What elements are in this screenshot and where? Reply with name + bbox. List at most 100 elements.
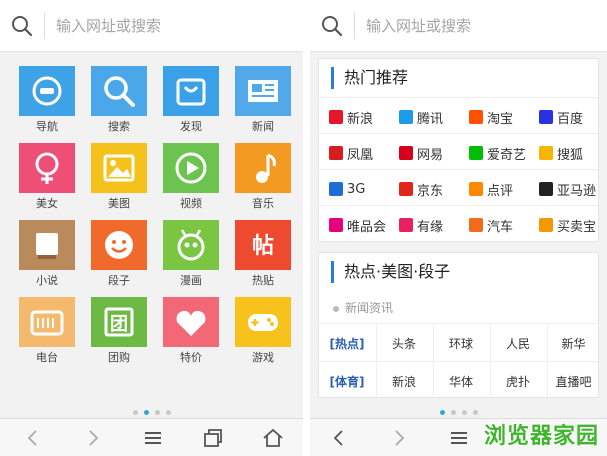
cell-divider	[490, 325, 491, 361]
page-indicator	[0, 400, 303, 419]
site-link-taobao[interactable]: 淘宝	[469, 99, 539, 135]
radio-icon	[19, 297, 75, 347]
page-dot-active[interactable]	[143, 410, 149, 415]
site-label: 买卖宝	[557, 219, 597, 235]
page-indicator	[310, 400, 607, 419]
news-link[interactable]: 人民	[490, 325, 546, 361]
news-link[interactable]: 新浪	[376, 363, 432, 399]
smiley-icon	[91, 220, 147, 270]
svg-text:帖: 帖	[252, 234, 274, 259]
app-music-note[interactable]: 音乐	[233, 137, 293, 210]
weibo-icon	[329, 110, 343, 124]
site-link-baidu-paw[interactable]: 百度	[539, 99, 607, 135]
site-link-weibo[interactable]: 新浪	[329, 99, 399, 135]
site-link-tencent[interactable]: 腾讯	[399, 99, 469, 135]
app-female[interactable]: 美女	[17, 137, 77, 210]
app-shopping-bag[interactable]: 发现	[161, 60, 221, 133]
app-cartoon[interactable]: 漫画	[161, 214, 221, 287]
search-icon[interactable]	[320, 14, 344, 38]
3g-icon	[329, 182, 343, 196]
app-label: 美女	[36, 197, 58, 210]
back-icon[interactable]	[328, 427, 350, 449]
gamepad-icon	[235, 297, 291, 347]
news-subtitle[interactable]: 新闻资讯	[333, 299, 393, 316]
svg-text:团: 团	[110, 314, 128, 335]
page-dot[interactable]	[461, 410, 467, 415]
site-link-3g[interactable]: 3G	[329, 171, 399, 207]
site-link-phoenix[interactable]: 凤凰	[329, 135, 399, 171]
page-dot-active[interactable]	[439, 410, 445, 415]
site-link-heart[interactable]: 有缘	[399, 207, 469, 243]
news-link[interactable]: 虎扑	[490, 363, 546, 399]
app-newspaper[interactable]: 新闻	[233, 60, 293, 133]
news-subtitle-label: 新闻资讯	[345, 301, 394, 315]
search-input[interactable]	[56, 12, 276, 40]
site-label: 凤凰	[347, 147, 374, 163]
app-gamepad[interactable]: 游戏	[233, 291, 293, 364]
music-note-icon	[235, 143, 291, 193]
news-category[interactable]: [热点]	[319, 325, 375, 361]
app-label: 特价	[180, 351, 202, 364]
page-dot[interactable]	[154, 410, 160, 415]
page-dot[interactable]	[132, 410, 138, 415]
site-link-dianping[interactable]: 点评	[469, 171, 539, 207]
cell-divider	[490, 363, 491, 399]
search-input[interactable]	[366, 12, 586, 40]
page-dot[interactable]	[472, 410, 478, 415]
newspaper-icon	[235, 66, 291, 116]
news-link[interactable]: 新华	[547, 325, 600, 361]
cell-divider	[547, 363, 548, 399]
site-link-sohu[interactable]: 搜狐	[539, 135, 607, 171]
page-dot[interactable]	[165, 410, 171, 415]
news-link[interactable]: 华体	[433, 363, 489, 399]
site-link-iqiyi[interactable]: 爱奇艺	[469, 135, 539, 171]
site-link-jd[interactable]: 京东	[399, 171, 469, 207]
site-label: 淘宝	[487, 111, 514, 127]
news-link[interactable]: 头条	[376, 325, 432, 361]
news-link[interactable]: 环球	[433, 325, 489, 361]
news-card: 热点·美图·段子 新闻资讯 [热点] 头条 环球 人民 新华 [体育] 新浪 华体 虎扑 直播吧	[318, 252, 600, 399]
site-label: 爱奇艺	[487, 147, 527, 163]
site-link-netease[interactable]: 网易	[399, 135, 469, 171]
site-label: 3G	[347, 181, 366, 197]
app-label: 搜索	[108, 120, 130, 133]
search-bar	[0, 0, 303, 52]
app-price-tag[interactable]: 特价	[161, 291, 221, 364]
app-play[interactable]: 视频	[161, 137, 221, 210]
home-icon[interactable]	[262, 427, 284, 449]
menu-icon[interactable]	[142, 427, 164, 449]
site-link-car[interactable]: 汽车	[469, 207, 539, 243]
app-label: 段子	[108, 274, 130, 287]
back-icon[interactable]	[22, 427, 44, 449]
site-link-amazon[interactable]: 亚马逊	[539, 171, 607, 207]
app-smiley[interactable]: 段子	[89, 214, 149, 287]
site-label: 有缘	[417, 219, 444, 235]
app-magnifier[interactable]: 搜索	[89, 60, 149, 133]
app-label: 游戏	[252, 351, 274, 364]
site-label: 京东	[417, 183, 444, 199]
app-book[interactable]: 小说	[17, 214, 77, 287]
forward-icon[interactable]	[388, 427, 410, 449]
site-link-vip[interactable]: 唯品会	[329, 207, 399, 243]
launcher-panel: 导航 搜索 发现 新闻 美女 美图 视频 音乐 小说 段子 漫画 帖 热贴 电台 团…	[0, 0, 303, 456]
cell-divider	[376, 325, 377, 361]
page-dot[interactable]	[450, 410, 456, 415]
price-tag-icon	[163, 297, 219, 347]
menu-icon[interactable]	[448, 427, 470, 449]
bullet-icon	[333, 305, 339, 312]
app-picture[interactable]: 美图	[89, 137, 149, 210]
female-icon	[19, 143, 75, 193]
forward-icon[interactable]	[82, 427, 104, 449]
picture-icon	[91, 143, 147, 193]
tabs-icon[interactable]	[202, 427, 224, 449]
site-link-maimaibao[interactable]: 买卖宝	[539, 207, 607, 243]
app-radio[interactable]: 电台	[17, 291, 77, 364]
search-icon[interactable]	[10, 14, 34, 38]
app-compass[interactable]: 导航	[17, 60, 77, 133]
news-category[interactable]: [体育]	[319, 363, 375, 399]
play-icon	[163, 143, 219, 193]
news-link[interactable]: 直播吧	[547, 363, 600, 399]
phoenix-icon	[329, 146, 343, 160]
app-post[interactable]: 帖 热贴	[233, 214, 293, 287]
app-group-buy[interactable]: 团 团购	[89, 291, 149, 364]
